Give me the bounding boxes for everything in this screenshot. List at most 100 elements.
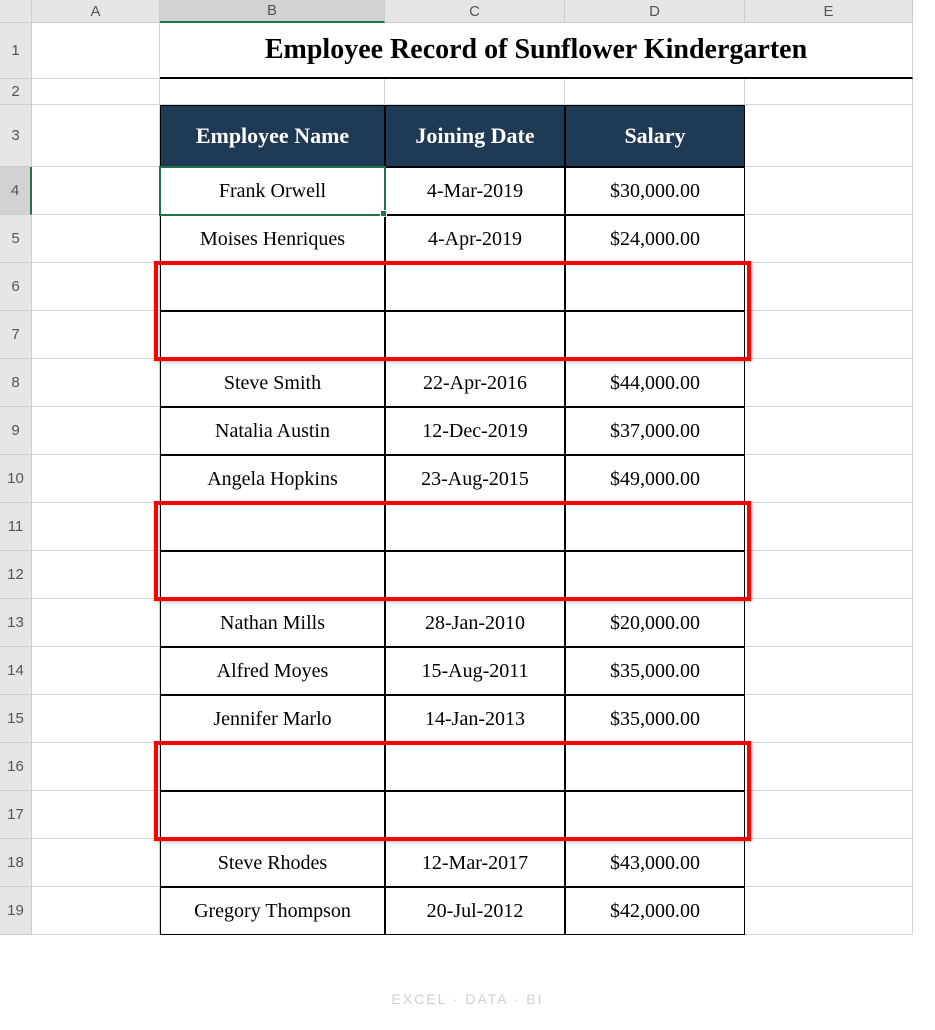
cell-date-5[interactable]: 4-Apr-2019 — [385, 215, 565, 263]
cell-E18[interactable] — [745, 839, 913, 887]
column-header-D[interactable]: D — [565, 0, 745, 23]
row-header-7[interactable]: 7 — [0, 311, 32, 359]
cell-name-17[interactable] — [160, 791, 385, 839]
cell-salary-9[interactable]: $37,000.00 — [565, 407, 745, 455]
cell-date-13[interactable]: 28-Jan-2010 — [385, 599, 565, 647]
table-header-salary[interactable]: Salary — [565, 105, 745, 167]
cell-E14[interactable] — [745, 647, 913, 695]
cell-E6[interactable] — [745, 263, 913, 311]
cell-E10[interactable] — [745, 455, 913, 503]
cell-salary-11[interactable] — [565, 503, 745, 551]
cell-A2[interactable] — [32, 79, 160, 105]
table-header-name[interactable]: Employee Name — [160, 105, 385, 167]
cell-salary-15[interactable]: $35,000.00 — [565, 695, 745, 743]
cell-A10[interactable] — [32, 455, 160, 503]
cell-E17[interactable] — [745, 791, 913, 839]
cell-E9[interactable] — [745, 407, 913, 455]
row-header-8[interactable]: 8 — [0, 359, 32, 407]
cell-A14[interactable] — [32, 647, 160, 695]
cell-name-19[interactable]: Gregory Thompson — [160, 887, 385, 935]
cell-E3[interactable] — [745, 105, 913, 167]
cell-date-6[interactable] — [385, 263, 565, 311]
row-header-4[interactable]: 4 — [0, 167, 32, 215]
fill-handle[interactable] — [380, 210, 387, 217]
cell-E13[interactable] — [745, 599, 913, 647]
cell-A5[interactable] — [32, 215, 160, 263]
cell-A13[interactable] — [32, 599, 160, 647]
cell-salary-7[interactable] — [565, 311, 745, 359]
cell-date-11[interactable] — [385, 503, 565, 551]
cell-salary-17[interactable] — [565, 791, 745, 839]
cell-salary-18[interactable]: $43,000.00 — [565, 839, 745, 887]
cell-date-7[interactable] — [385, 311, 565, 359]
cell-A9[interactable] — [32, 407, 160, 455]
cell-salary-8[interactable]: $44,000.00 — [565, 359, 745, 407]
cell-salary-19[interactable]: $42,000.00 — [565, 887, 745, 935]
cell-E4[interactable] — [745, 167, 913, 215]
row-header-18[interactable]: 18 — [0, 839, 32, 887]
cell-name-4[interactable]: Frank Orwell — [160, 167, 385, 215]
cell-name-13[interactable]: Nathan Mills — [160, 599, 385, 647]
cell-D2[interactable] — [565, 79, 745, 105]
row-header-9[interactable]: 9 — [0, 407, 32, 455]
cell-date-16[interactable] — [385, 743, 565, 791]
row-header-5[interactable]: 5 — [0, 215, 32, 263]
cell-A7[interactable] — [32, 311, 160, 359]
cell-name-11[interactable] — [160, 503, 385, 551]
cell-A6[interactable] — [32, 263, 160, 311]
cell-A12[interactable] — [32, 551, 160, 599]
row-header-3[interactable]: 3 — [0, 105, 32, 167]
row-header-11[interactable]: 11 — [0, 503, 32, 551]
cell-E19[interactable] — [745, 887, 913, 935]
cell-A4[interactable] — [32, 167, 160, 215]
cell-A1[interactable] — [32, 23, 160, 79]
row-header-17[interactable]: 17 — [0, 791, 32, 839]
row-header-15[interactable]: 15 — [0, 695, 32, 743]
cell-B2[interactable] — [160, 79, 385, 105]
cell-salary-10[interactable]: $49,000.00 — [565, 455, 745, 503]
cell-E5[interactable] — [745, 215, 913, 263]
column-header-B[interactable]: B — [160, 0, 385, 23]
cell-A19[interactable] — [32, 887, 160, 935]
cell-E7[interactable] — [745, 311, 913, 359]
page-title[interactable]: Employee Record of Sunflower Kindergarte… — [160, 23, 913, 79]
table-header-date[interactable]: Joining Date — [385, 105, 565, 167]
cell-name-9[interactable]: Natalia Austin — [160, 407, 385, 455]
cell-E2[interactable] — [745, 79, 913, 105]
cell-E8[interactable] — [745, 359, 913, 407]
cell-name-18[interactable]: Steve Rhodes — [160, 839, 385, 887]
cell-name-12[interactable] — [160, 551, 385, 599]
cell-C2[interactable] — [385, 79, 565, 105]
cell-salary-14[interactable]: $35,000.00 — [565, 647, 745, 695]
cell-date-10[interactable]: 23-Aug-2015 — [385, 455, 565, 503]
cell-A8[interactable] — [32, 359, 160, 407]
row-header-12[interactable]: 12 — [0, 551, 32, 599]
cell-name-8[interactable]: Steve Smith — [160, 359, 385, 407]
cell-A16[interactable] — [32, 743, 160, 791]
row-header-10[interactable]: 10 — [0, 455, 32, 503]
cell-name-15[interactable]: Jennifer Marlo — [160, 695, 385, 743]
cell-name-6[interactable] — [160, 263, 385, 311]
cell-name-7[interactable] — [160, 311, 385, 359]
select-all-corner[interactable] — [0, 0, 32, 23]
cell-salary-13[interactable]: $20,000.00 — [565, 599, 745, 647]
cell-salary-4[interactable]: $30,000.00 — [565, 167, 745, 215]
cell-date-17[interactable] — [385, 791, 565, 839]
cell-name-14[interactable]: Alfred Moyes — [160, 647, 385, 695]
cell-A18[interactable] — [32, 839, 160, 887]
cell-A3[interactable] — [32, 105, 160, 167]
cell-E16[interactable] — [745, 743, 913, 791]
cell-name-10[interactable]: Angela Hopkins — [160, 455, 385, 503]
cell-date-4[interactable]: 4-Mar-2019 — [385, 167, 565, 215]
cell-date-14[interactable]: 15-Aug-2011 — [385, 647, 565, 695]
cell-salary-12[interactable] — [565, 551, 745, 599]
row-header-6[interactable]: 6 — [0, 263, 32, 311]
row-header-13[interactable]: 13 — [0, 599, 32, 647]
row-header-1[interactable]: 1 — [0, 23, 32, 79]
cell-date-9[interactable]: 12-Dec-2019 — [385, 407, 565, 455]
cell-date-15[interactable]: 14-Jan-2013 — [385, 695, 565, 743]
cell-name-5[interactable]: Moises Henriques — [160, 215, 385, 263]
cell-A17[interactable] — [32, 791, 160, 839]
cell-A11[interactable] — [32, 503, 160, 551]
cell-date-8[interactable]: 22-Apr-2016 — [385, 359, 565, 407]
